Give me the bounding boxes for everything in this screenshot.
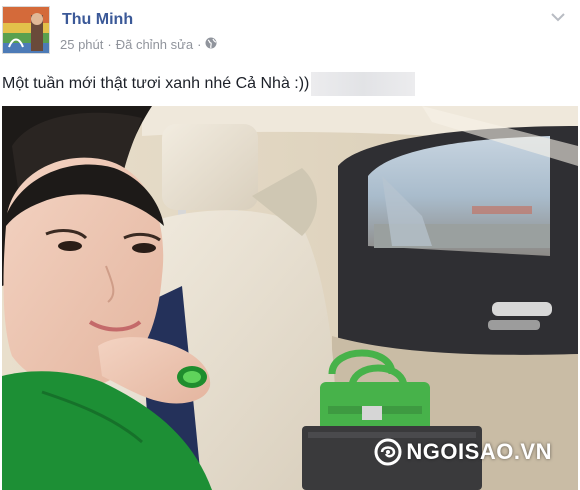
post-photo[interactable]: NGOISAO.VN xyxy=(2,106,578,490)
facebook-post: Thu Minh 25 phút · Đã chỉnh sửa · Một tu… xyxy=(0,0,580,490)
swirl-logo-icon xyxy=(374,438,402,466)
chevron-down-icon[interactable] xyxy=(550,10,566,24)
edited-label[interactable]: Đã chỉnh sửa xyxy=(116,37,193,52)
post-time[interactable]: 25 phút xyxy=(60,37,103,52)
post-header: Thu Minh 25 phút · Đã chỉnh sửa · xyxy=(0,0,580,62)
watermark: NGOISAO.VN xyxy=(374,438,552,466)
car-selfie-image xyxy=(2,106,578,490)
avatar-image xyxy=(3,7,49,53)
post-meta: 25 phút · Đã chỉnh sửa · xyxy=(60,37,217,52)
globe-icon[interactable] xyxy=(205,37,217,52)
meta-separator: · xyxy=(107,37,112,52)
meta-separator: · xyxy=(197,37,202,52)
blurred-text xyxy=(311,72,416,96)
watermark-text: NGOISAO.VN xyxy=(406,439,552,464)
post-message: Một tuần mới thật tươi xanh nhé Cả Nhà :… xyxy=(2,72,416,96)
post-message-text: Một tuần mới thật tươi xanh nhé Cả Nhà :… xyxy=(2,75,310,92)
author-name[interactable]: Thu Minh xyxy=(62,11,133,29)
author-avatar[interactable] xyxy=(2,6,50,54)
